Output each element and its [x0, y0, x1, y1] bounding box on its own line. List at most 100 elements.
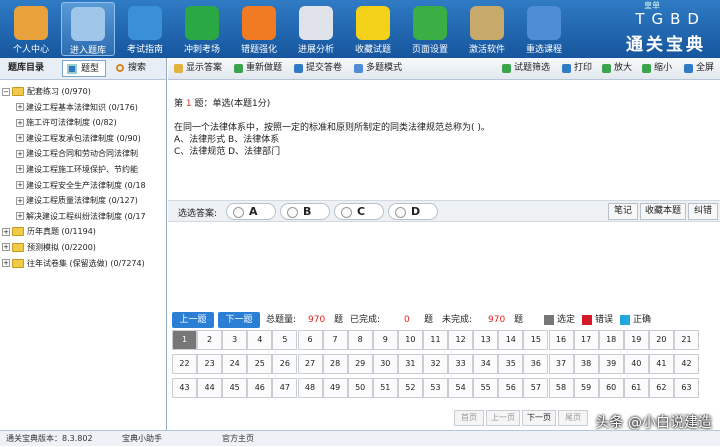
helper-link[interactable]: 宝典小助手 — [122, 431, 162, 447]
question-cell[interactable]: 5 — [272, 330, 298, 350]
question-cell[interactable]: 61 — [623, 378, 649, 398]
submit-button[interactable]: 提交答卷 — [292, 60, 342, 77]
question-cell[interactable]: 60 — [598, 378, 624, 398]
question-cell[interactable]: 9 — [372, 330, 398, 350]
question-cell[interactable]: 30 — [372, 354, 398, 374]
tree-node[interactable]: + 解决建设工程纠纷法律制度 (0/17 — [2, 209, 164, 225]
prev-page-button[interactable]: 上一页 — [486, 410, 520, 426]
question-cell[interactable]: 4 — [247, 330, 273, 350]
question-cell[interactable]: 16 — [548, 330, 574, 350]
multi-mode-button[interactable]: 多题模式 — [352, 60, 402, 77]
question-cell[interactable]: 12 — [448, 330, 474, 350]
question-cell[interactable]: 35 — [498, 354, 524, 374]
question-cell[interactable]: 47 — [272, 378, 298, 398]
redo-button[interactable]: 重新做题 — [232, 60, 282, 77]
question-cell[interactable]: 7 — [322, 330, 348, 350]
question-cell[interactable]: 24 — [222, 354, 248, 374]
expand-toggle-icon[interactable]: + — [2, 227, 10, 236]
question-cell[interactable]: 32 — [423, 354, 448, 374]
expand-toggle-icon[interactable]: + — [16, 103, 24, 112]
question-cell[interactable]: 36 — [523, 354, 549, 374]
question-cell[interactable]: 17 — [573, 330, 599, 350]
tab-search[interactable]: 搜索 — [112, 60, 156, 77]
toolbar-gear-button[interactable]: 页面设置 — [403, 2, 457, 56]
toolbar-runner-button[interactable]: 冲刺考场 — [175, 2, 229, 56]
question-cell[interactable]: 51 — [372, 378, 398, 398]
toolbar-book-button[interactable]: 进入题库 — [61, 2, 115, 56]
question-cell[interactable]: 48 — [297, 378, 323, 398]
tree-node[interactable]: + 预测模拟 (0/2200) — [2, 240, 164, 256]
option-c-button[interactable]: C — [334, 203, 384, 220]
question-cell[interactable]: 55 — [473, 378, 499, 398]
question-cell[interactable]: 40 — [623, 354, 649, 374]
toolbar-users-button[interactable]: 个人中心 — [4, 2, 58, 56]
tree-node[interactable]: + 建设工程安全生产法律制度 (0/18 — [2, 178, 164, 194]
question-cell[interactable]: 21 — [674, 330, 699, 350]
show-answer-button[interactable]: 显示答案 — [172, 60, 222, 77]
toolbar-printer-button[interactable]: 进展分析 — [289, 2, 343, 56]
question-cell[interactable]: 58 — [548, 378, 574, 398]
question-cell[interactable]: 59 — [573, 378, 599, 398]
question-cell[interactable]: 57 — [523, 378, 549, 398]
option-b-button[interactable]: B — [280, 203, 330, 220]
question-cell[interactable]: 33 — [448, 354, 474, 374]
fullscreen-button[interactable]: 全屏 — [682, 60, 714, 77]
question-cell[interactable]: 14 — [498, 330, 524, 350]
zoom-out-button[interactable]: 缩小 — [640, 60, 672, 77]
collect-button[interactable]: 收藏本题 — [640, 203, 686, 220]
question-cell[interactable]: 29 — [347, 354, 373, 374]
expand-toggle-icon[interactable]: + — [2, 259, 10, 268]
question-cell[interactable]: 6 — [297, 330, 323, 350]
tree-node[interactable]: + 施工许可法律制度 (0/82) — [2, 115, 164, 131]
question-cell[interactable]: 19 — [623, 330, 649, 350]
question-cell[interactable]: 26 — [272, 354, 298, 374]
question-cell[interactable]: 15 — [523, 330, 549, 350]
question-cell[interactable]: 53 — [423, 378, 448, 398]
toolbar-globe-button[interactable]: 考试指南 — [118, 2, 172, 56]
expand-toggle-icon[interactable]: + — [16, 118, 24, 127]
question-cell[interactable]: 37 — [548, 354, 574, 374]
question-cell[interactable]: 10 — [397, 330, 423, 350]
tree-node[interactable]: + 建设工程合同和劳动合同法律制 — [2, 146, 164, 162]
question-cell[interactable]: 8 — [347, 330, 373, 350]
question-cell[interactable]: 25 — [247, 354, 273, 374]
expand-toggle-icon[interactable]: + — [16, 181, 24, 190]
question-cell[interactable]: 1 — [172, 330, 197, 350]
question-cell[interactable]: 13 — [473, 330, 499, 350]
print-button[interactable]: 打印 — [560, 60, 592, 77]
tree-node[interactable]: + 往年试卷集 (保留选做) (0/7274) — [2, 256, 164, 272]
filter-button[interactable]: 试题筛选 — [500, 60, 550, 77]
question-cell[interactable]: 39 — [598, 354, 624, 374]
toolbar-star-button[interactable]: 收藏试题 — [346, 2, 400, 56]
first-page-button[interactable]: 首页 — [454, 410, 484, 426]
tab-type[interactable]: 题型 — [62, 60, 106, 77]
tree-node[interactable]: − 配套练习 (0/970) — [2, 84, 164, 100]
question-cell[interactable]: 23 — [197, 354, 223, 374]
question-cell[interactable]: 43 — [172, 378, 197, 398]
expand-toggle-icon[interactable]: + — [16, 165, 24, 174]
question-cell[interactable]: 34 — [473, 354, 499, 374]
last-page-button[interactable]: 尾页 — [558, 410, 588, 426]
expand-toggle-icon[interactable]: + — [16, 149, 24, 158]
expand-toggle-icon[interactable]: + — [2, 243, 10, 252]
expand-toggle-icon[interactable]: + — [16, 134, 24, 143]
tree-node[interactable]: + 建设工程发承包法律制度 (0/90) — [2, 131, 164, 147]
question-cell[interactable]: 46 — [247, 378, 273, 398]
question-cell[interactable]: 11 — [423, 330, 448, 350]
toolbar-house-button[interactable]: 重选课程 — [517, 2, 571, 56]
question-cell[interactable]: 41 — [648, 354, 674, 374]
question-cell[interactable]: 42 — [674, 354, 699, 374]
expand-toggle-icon[interactable]: − — [2, 87, 10, 96]
site-link[interactable]: 官方主页 — [222, 431, 254, 447]
question-cell[interactable]: 63 — [674, 378, 699, 398]
question-cell[interactable]: 20 — [648, 330, 674, 350]
question-cell[interactable]: 56 — [498, 378, 524, 398]
toolbar-lock-button[interactable]: 激活软件 — [460, 2, 514, 56]
report-error-button[interactable]: 纠错 — [688, 203, 718, 220]
question-cell[interactable]: 28 — [322, 354, 348, 374]
zoom-in-button[interactable]: 放大 — [600, 60, 632, 77]
question-cell[interactable]: 3 — [222, 330, 248, 350]
next-question-button[interactable]: 下一题 — [218, 312, 260, 328]
option-d-button[interactable]: D — [388, 203, 438, 220]
expand-toggle-icon[interactable]: + — [16, 212, 24, 221]
